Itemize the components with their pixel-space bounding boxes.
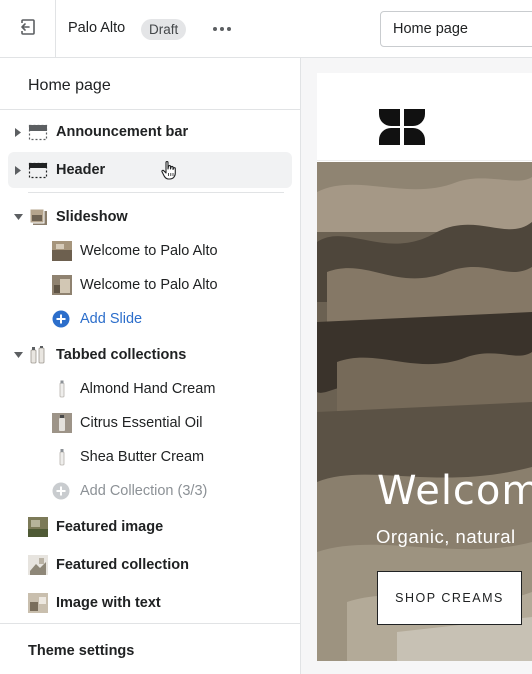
collection-item[interactable]: Almond Hand Cream	[8, 371, 292, 407]
section-featured-image[interactable]: Featured image	[8, 509, 292, 545]
exit-button[interactable]	[0, 0, 56, 58]
slide-label: Welcome to Palo Alto	[80, 277, 218, 293]
featured-collection-icon	[28, 555, 48, 575]
slide-item[interactable]: Welcome to Palo Alto	[8, 267, 292, 303]
slide-thumbnail-icon	[52, 241, 72, 261]
tabbed-collections-icon	[28, 345, 48, 365]
preview-area: Welcome Organic, natural SHOP CREAMS	[301, 58, 532, 674]
hero-slideshow[interactable]: Welcome Organic, natural SHOP CREAMS	[317, 162, 532, 661]
add-circle-icon	[52, 481, 72, 501]
divider	[0, 623, 300, 624]
caret-down-icon[interactable]	[13, 212, 23, 222]
slide-thumbnail-icon	[52, 275, 72, 295]
section-label: Featured collection	[56, 557, 189, 573]
header-icon	[28, 160, 48, 180]
collection-item[interactable]: Citrus Essential Oil	[8, 405, 292, 441]
image-with-text-icon	[28, 593, 48, 613]
theme-settings-button[interactable]: Theme settings	[28, 643, 134, 659]
section-label: Featured image	[56, 519, 164, 535]
section-label: Announcement bar	[56, 124, 189, 140]
store-logo-icon[interactable]	[377, 107, 427, 147]
add-slide-button[interactable]: Add Slide	[8, 301, 292, 337]
more-horizontal-icon	[212, 27, 233, 31]
divider	[0, 109, 300, 110]
product-thumbnail-icon	[52, 379, 72, 399]
featured-image-icon	[28, 517, 48, 537]
add-circle-icon	[52, 309, 72, 329]
slide-label: Welcome to Palo Alto	[80, 243, 218, 259]
exit-icon	[19, 18, 37, 41]
status-badge: Draft	[141, 19, 187, 40]
collection-item[interactable]: Shea Butter Cream	[8, 439, 292, 475]
section-featured-collection[interactable]: Featured collection	[8, 547, 292, 583]
collection-label: Citrus Essential Oil	[80, 415, 203, 431]
theme-name: Palo Alto	[68, 20, 126, 36]
add-collection-label: Add Collection (3/3)	[80, 483, 208, 499]
divider	[28, 192, 284, 193]
caret-right-icon[interactable]	[13, 165, 23, 175]
add-collection-button[interactable]: Add Collection (3/3)	[8, 473, 292, 509]
section-header[interactable]: Header	[8, 152, 292, 188]
announcement-bar-icon	[28, 122, 48, 142]
sidebar-title: Home page	[28, 77, 111, 94]
hand-cursor-icon	[160, 160, 178, 186]
section-image-with-text[interactable]: Image with text	[8, 585, 292, 621]
shop-creams-button[interactable]: SHOP CREAMS	[377, 571, 522, 625]
hero-heading: Welcome	[377, 468, 532, 514]
section-slideshow[interactable]: Slideshow	[8, 199, 292, 235]
hero-subheading: Organic, natural	[376, 526, 516, 547]
slideshow-icon	[28, 207, 48, 227]
top-bar: Palo Alto Draft Home page	[0, 0, 532, 58]
section-label: Image with text	[56, 595, 161, 611]
preview-frame[interactable]: Welcome Organic, natural SHOP CREAMS	[317, 73, 532, 661]
section-tabbed-collections[interactable]: Tabbed collections	[8, 337, 292, 373]
slide-item[interactable]: Welcome to Palo Alto	[8, 233, 292, 269]
caret-down-icon[interactable]	[13, 350, 23, 360]
store-header[interactable]	[317, 73, 532, 161]
sections-sidebar: Home page Announcement bar Header Slides…	[0, 58, 301, 674]
page-select[interactable]: Home page	[380, 11, 532, 47]
section-label: Tabbed collections	[56, 347, 187, 363]
more-actions-button[interactable]	[208, 17, 236, 41]
section-label: Header	[56, 162, 106, 178]
section-label: Slideshow	[56, 209, 128, 225]
section-announcement-bar[interactable]: Announcement bar	[8, 114, 292, 150]
caret-right-icon[interactable]	[13, 127, 23, 137]
collection-label: Almond Hand Cream	[80, 381, 216, 397]
collection-label: Shea Butter Cream	[80, 449, 205, 465]
product-thumbnail-icon	[52, 447, 72, 467]
product-thumbnail-icon	[52, 413, 72, 433]
add-slide-label: Add Slide	[80, 311, 143, 327]
